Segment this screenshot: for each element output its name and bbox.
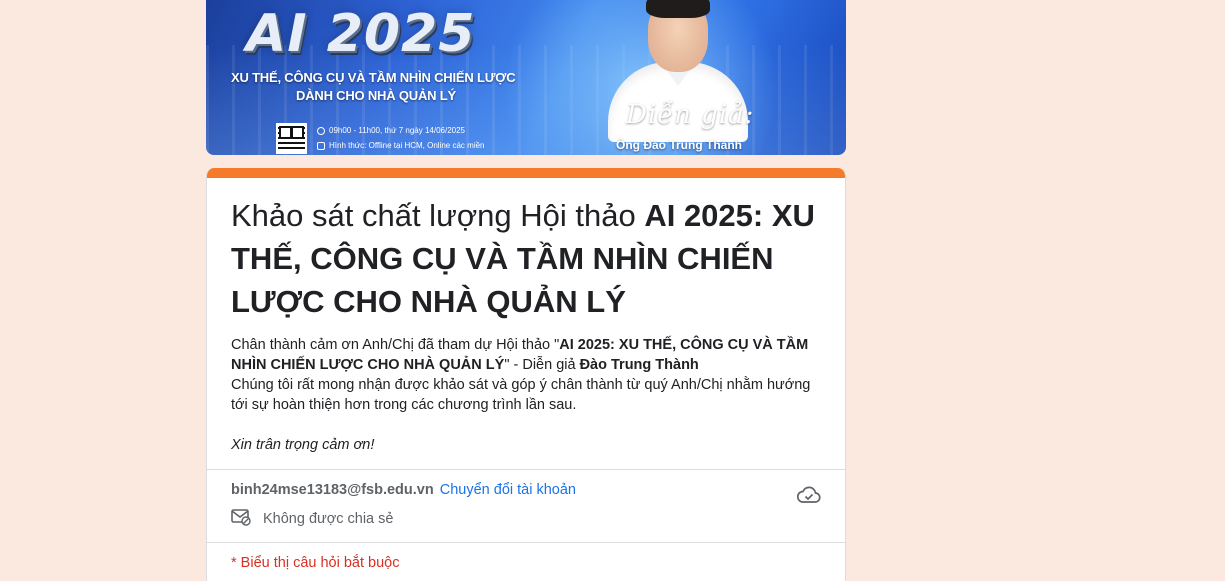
form-container: AI 2025 XU THẾ, CÔNG CỤ VÀ TẦM NHÌN CHIẾ… xyxy=(206,0,846,581)
banner-speaker-name: Ông Đào Trung Thành xyxy=(616,138,742,152)
banner-subtitle-line2: DÀNH CHO NHÀ QUẢN LÝ xyxy=(296,88,456,103)
cloud-saved-icon[interactable] xyxy=(796,486,821,504)
account-email: binh24mse13183@fsb.edu.vn xyxy=(231,482,434,498)
account-section: binh24mse13183@fsb.edu.vn Chuyển đổi tài… xyxy=(207,470,845,542)
banner-format-info: Hình thức: Offline tại HCM, Online các m… xyxy=(329,141,485,150)
form-description: Chân thành cảm ơn Anh/Chị đã tham dự Hội… xyxy=(231,335,821,455)
banner-title: AI 2025 xyxy=(246,4,476,64)
video-camera-icon xyxy=(317,141,325,150)
form-header-card: Khảo sát chất lượng Hội thảo AI 2025: XU… xyxy=(206,168,846,581)
qr-code-icon xyxy=(276,123,307,154)
banner-time-info: 09h00 - 11h00, thứ 7 ngày 14/06/2025 xyxy=(329,126,465,135)
switch-account-link[interactable]: Chuyển đổi tài khoản xyxy=(440,482,576,498)
not-shared-mail-icon xyxy=(231,508,251,530)
share-status: Không được chia sẻ xyxy=(263,511,394,527)
form-title: Khảo sát chất lượng Hội thảo AI 2025: XU… xyxy=(231,198,815,319)
header-banner-image: AI 2025 XU THẾ, CÔNG CỤ VÀ TẦM NHÌN CHIẾ… xyxy=(206,0,846,155)
banner-subtitle-line1: XU THẾ, CÔNG CỤ VÀ TẦM NHÌN CHIẾN LƯỢC xyxy=(231,70,516,85)
accent-bar xyxy=(207,168,845,178)
required-note: * Biểu thị câu hỏi bắt buộc xyxy=(231,555,400,571)
banner-speaker-caption: Diễn giả: xyxy=(626,100,755,130)
form-thanks: Xin trân trọng cảm ơn! xyxy=(231,437,375,453)
clock-icon xyxy=(317,126,325,135)
